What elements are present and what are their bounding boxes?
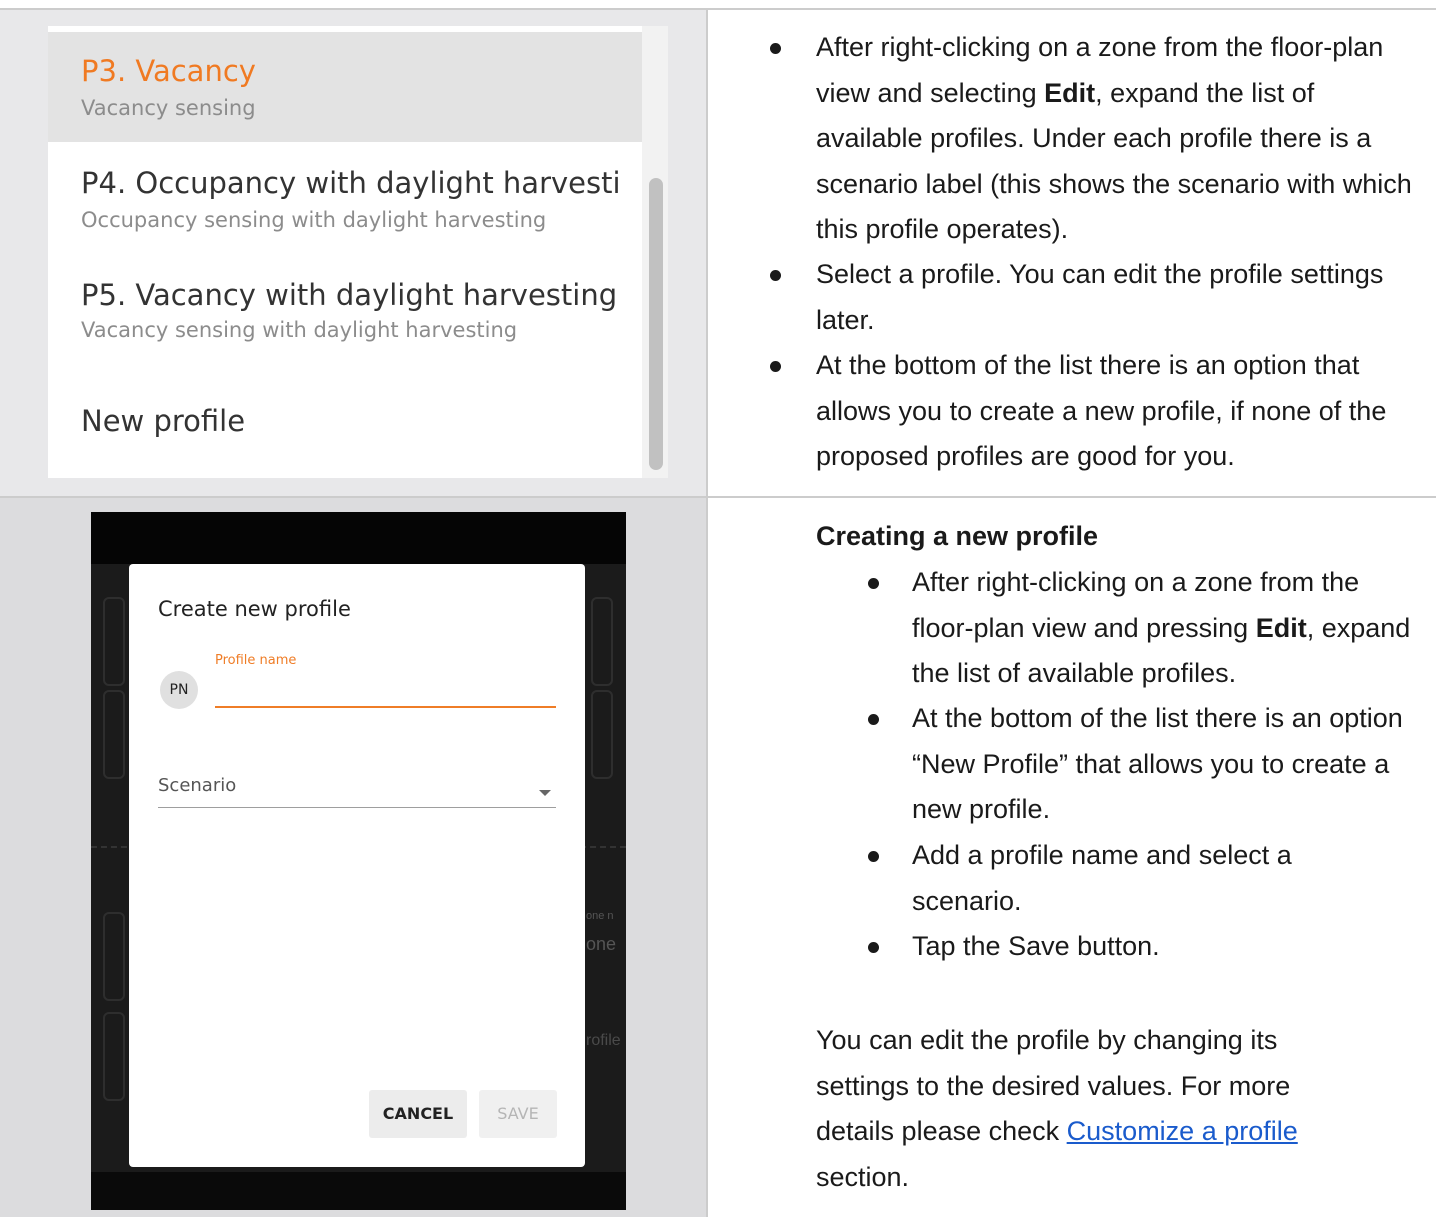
background-fixture xyxy=(591,690,613,779)
creating-bullet-2: At the bottom of the list there is an op… xyxy=(912,703,1403,824)
profile-item-title: P5. Vacancy with daylight harvesting xyxy=(81,278,618,312)
background-label: one n xyxy=(586,910,614,922)
instruction-bullet-3: At the bottom of the list there is an op… xyxy=(816,350,1387,471)
avatar: PN xyxy=(160,671,198,709)
background-fixture xyxy=(103,912,125,1001)
profile-name-input[interactable] xyxy=(215,672,556,704)
background-label: rofile xyxy=(586,1032,621,1049)
table-column-divider xyxy=(706,8,708,1217)
bullet-dot xyxy=(868,942,879,953)
chevron-down-icon[interactable] xyxy=(539,790,551,796)
bullet-dot xyxy=(868,578,879,589)
profile-item-title: P3. Vacancy xyxy=(81,54,256,88)
dialog-title: Create new profile xyxy=(158,597,351,621)
customize-profile-link[interactable]: Customize a profile xyxy=(1067,1116,1298,1146)
save-button[interactable]: SAVE xyxy=(479,1090,557,1138)
scrollbar-thumb[interactable] xyxy=(649,178,663,470)
section-heading: Creating a new profile xyxy=(816,521,1099,551)
bullet-dot xyxy=(770,270,781,281)
profile-name-label: Profile name xyxy=(215,653,297,668)
profile-list-panel: P3. Vacancy Vacancy sensing P4. Occupanc… xyxy=(48,26,668,478)
profile-item-subtitle: Occupancy sensing with daylight harvesti… xyxy=(81,208,547,232)
background-fixture xyxy=(103,1012,125,1101)
scenario-underline xyxy=(158,807,556,808)
background-fixture xyxy=(103,690,125,779)
creating-bullet-4: Tap the Save button. xyxy=(912,931,1160,961)
bullet-dot xyxy=(770,43,781,54)
creating-bullet-1: After right-clicking on a zone from the … xyxy=(912,567,1411,688)
instruction-bullet-2: Select a profile. You can edit the profi… xyxy=(816,259,1384,335)
profile-item-subtitle: Vacancy sensing xyxy=(81,96,256,120)
creating-bullet-3: Add a profile name and select a scenario… xyxy=(912,840,1292,916)
new-profile-item[interactable]: New profile xyxy=(81,404,245,438)
background-label: one xyxy=(586,934,617,954)
app-top-bar xyxy=(91,512,626,564)
cancel-button[interactable]: CANCEL xyxy=(369,1090,467,1138)
instruction-bullet-1: After right-clicking on a zone from the … xyxy=(816,32,1412,244)
profile-item-title: P4. Occupancy with daylight harvesti xyxy=(81,166,621,200)
dialog-screenshot: one n one rofile Create new profile PN P… xyxy=(91,512,626,1210)
creating-outro: You can edit the profile by changing its… xyxy=(816,1025,1298,1192)
bullet-dot xyxy=(868,714,879,725)
background-fixture xyxy=(103,597,125,686)
profile-name-underline xyxy=(215,706,556,708)
app-bottom-bar xyxy=(91,1172,626,1210)
background-fixture xyxy=(591,597,613,686)
profile-item-subtitle: Vacancy sensing with daylight harvesting xyxy=(81,318,518,342)
bullet-dot xyxy=(770,361,781,372)
create-profile-dialog: Create new profile PN Profile name Scena… xyxy=(129,564,585,1167)
scenario-select[interactable]: Scenario xyxy=(158,775,556,796)
bullet-dot xyxy=(868,851,879,862)
